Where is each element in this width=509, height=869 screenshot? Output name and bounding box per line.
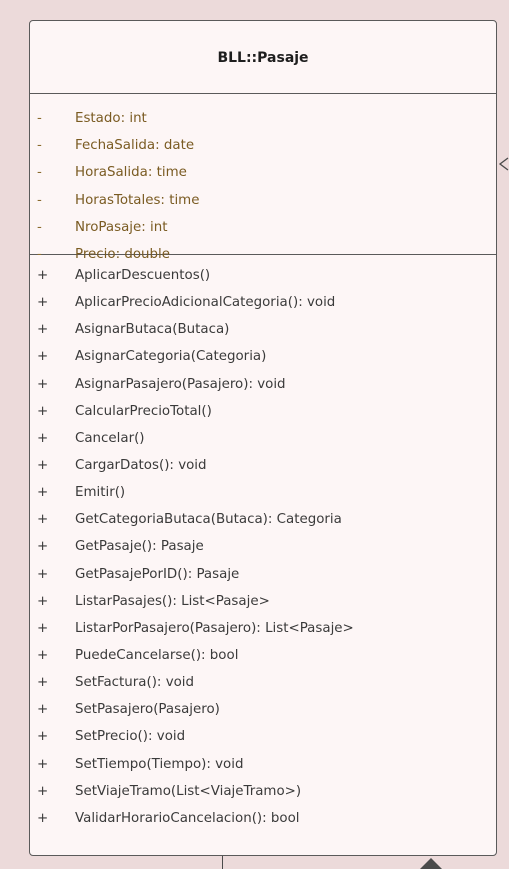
- operation-text: AsignarCategoria(Categoria): [75, 349, 267, 365]
- operation-row[interactable]: + ListarPasajes(): List<Pasaje>: [30, 588, 496, 615]
- operation-row[interactable]: + PuedeCancelarse(): bool: [30, 642, 496, 669]
- private-visibility: -: [37, 111, 42, 127]
- operation-row[interactable]: + GetPasajePorID(): Pasaje: [30, 561, 496, 588]
- operation-text: AsignarPasajero(Pasajero): void: [75, 376, 286, 392]
- operation-text: SetTiempo(Tiempo): void: [75, 756, 244, 772]
- operation-row[interactable]: + SetFactura(): void: [30, 669, 496, 696]
- operation-row[interactable]: + ListarPorPasajero(Pasajero): List<Pasaj…: [30, 615, 496, 642]
- operation-row[interactable]: + Cancelar(): [30, 425, 496, 452]
- attribute-text: Precio: double: [75, 247, 170, 263]
- operation-row[interactable]: + GetCategoriaButaca(Butaca): Categoria: [30, 506, 496, 533]
- operation-text: ListarPasajes(): List<Pasaje>: [75, 593, 270, 609]
- public-visibility: +: [37, 702, 49, 718]
- attribute-row[interactable]: - HorasTotales: time: [30, 187, 496, 214]
- operation-text: AplicarDescuentos(): [75, 268, 211, 284]
- operation-row[interactable]: + AsignarButaca(Butaca): [30, 316, 496, 343]
- public-visibility: +: [37, 485, 49, 501]
- public-visibility: +: [37, 376, 49, 392]
- public-visibility: +: [37, 593, 49, 609]
- operation-text: CalcularPrecioTotal(): [75, 403, 212, 419]
- operations-compartment: + AplicarDescuentos() + AplicarPrecioAdici…: [30, 255, 496, 832]
- class-header: BLL::Pasaje: [30, 21, 496, 94]
- attribute-row[interactable]: - Estado: int: [30, 105, 496, 132]
- attribute-text: Estado: int: [75, 111, 147, 127]
- attribute-text: HoraSalida: time: [75, 165, 187, 181]
- private-visibility: -: [37, 192, 42, 208]
- operation-row[interactable]: + CalcularPrecioTotal(): [30, 398, 496, 425]
- operation-text: ValidarHorarioCancelacion(): bool: [75, 810, 300, 826]
- public-visibility: +: [37, 620, 49, 636]
- association-arrow-icon: [498, 157, 509, 171]
- operation-text: AplicarPrecioAdicionalCategoria(): void: [75, 295, 336, 311]
- operation-row[interactable]: + Emitir(): [30, 479, 496, 506]
- public-visibility: +: [37, 458, 49, 474]
- public-visibility: +: [37, 756, 49, 772]
- operation-text: ListarPorPasajero(Pasajero): List<Pasaje…: [75, 620, 354, 636]
- operation-text: GetPasaje(): Pasaje: [75, 539, 204, 555]
- public-visibility: +: [37, 295, 49, 311]
- operation-text: CargarDatos(): void: [75, 458, 207, 474]
- uml-class-pasaje[interactable]: BLL::Pasaje - Estado: int - FechaSalida: d…: [29, 20, 497, 856]
- private-visibility: -: [37, 138, 42, 154]
- public-visibility: +: [37, 648, 49, 664]
- operation-row[interactable]: + AplicarDescuentos(): [30, 262, 496, 289]
- operation-row[interactable]: + SetPrecio(): void: [30, 723, 496, 750]
- operation-text: SetPrecio(): void: [75, 729, 186, 745]
- operation-row[interactable]: + SetPasajero(Pasajero): [30, 696, 496, 723]
- attribute-row[interactable]: - FechaSalida: date: [30, 132, 496, 159]
- attribute-text: HorasTotales: time: [75, 192, 200, 208]
- public-visibility: +: [37, 403, 49, 419]
- public-visibility: +: [37, 810, 49, 826]
- operation-text: GetPasajePorID(): Pasaje: [75, 566, 240, 582]
- attribute-row[interactable]: - HoraSalida: time: [30, 159, 496, 186]
- attribute-text: FechaSalida: date: [75, 138, 195, 154]
- operation-row[interactable]: + SetViajeTramo(List<ViajeTramo>): [30, 778, 496, 805]
- public-visibility: +: [37, 783, 49, 799]
- private-visibility: -: [37, 247, 42, 263]
- public-visibility: +: [37, 566, 49, 582]
- operation-row[interactable]: + CargarDatos(): void: [30, 452, 496, 479]
- operation-text: Emitir(): [75, 485, 126, 501]
- operation-row[interactable]: + ValidarHorarioCancelacion(): bool: [30, 805, 496, 832]
- public-visibility: +: [37, 539, 49, 555]
- operation-text: SetViajeTramo(List<ViajeTramo>): [75, 783, 302, 799]
- operation-text: SetFactura(): void: [75, 675, 195, 691]
- private-visibility: -: [37, 219, 42, 235]
- operation-text: Cancelar(): [75, 430, 145, 446]
- public-visibility: +: [37, 512, 49, 528]
- operation-row[interactable]: + AsignarCategoria(Categoria): [30, 343, 496, 370]
- operation-text: GetCategoriaButaca(Butaca): Categoria: [75, 512, 342, 528]
- connector-line: [222, 856, 223, 869]
- operation-row[interactable]: + AplicarPrecioAdicionalCategoria(): void: [30, 289, 496, 316]
- operation-text: PuedeCancelarse(): bool: [75, 648, 239, 664]
- public-visibility: +: [37, 430, 49, 446]
- operation-row[interactable]: + SetTiempo(Tiempo): void: [30, 751, 496, 778]
- public-visibility: +: [37, 675, 49, 691]
- attributes-compartment: - Estado: int - FechaSalida: date - HoraSal…: [30, 94, 496, 262]
- operation-row[interactable]: + AsignarPasajero(Pasajero): void: [30, 371, 496, 398]
- public-visibility: +: [37, 349, 49, 365]
- public-visibility: +: [37, 729, 49, 745]
- class-name: BLL::Pasaje: [217, 50, 309, 66]
- generalization-arrow-icon: [420, 858, 442, 869]
- attribute-row[interactable]: - NroPasaje: int: [30, 214, 496, 241]
- attribute-text: NroPasaje: int: [75, 219, 168, 235]
- operation-text: SetPasajero(Pasajero): [75, 702, 220, 718]
- public-visibility: +: [37, 268, 49, 284]
- private-visibility: -: [37, 165, 42, 181]
- public-visibility: +: [37, 322, 49, 338]
- operation-row[interactable]: + GetPasaje(): Pasaje: [30, 533, 496, 560]
- operation-text: AsignarButaca(Butaca): [75, 322, 230, 338]
